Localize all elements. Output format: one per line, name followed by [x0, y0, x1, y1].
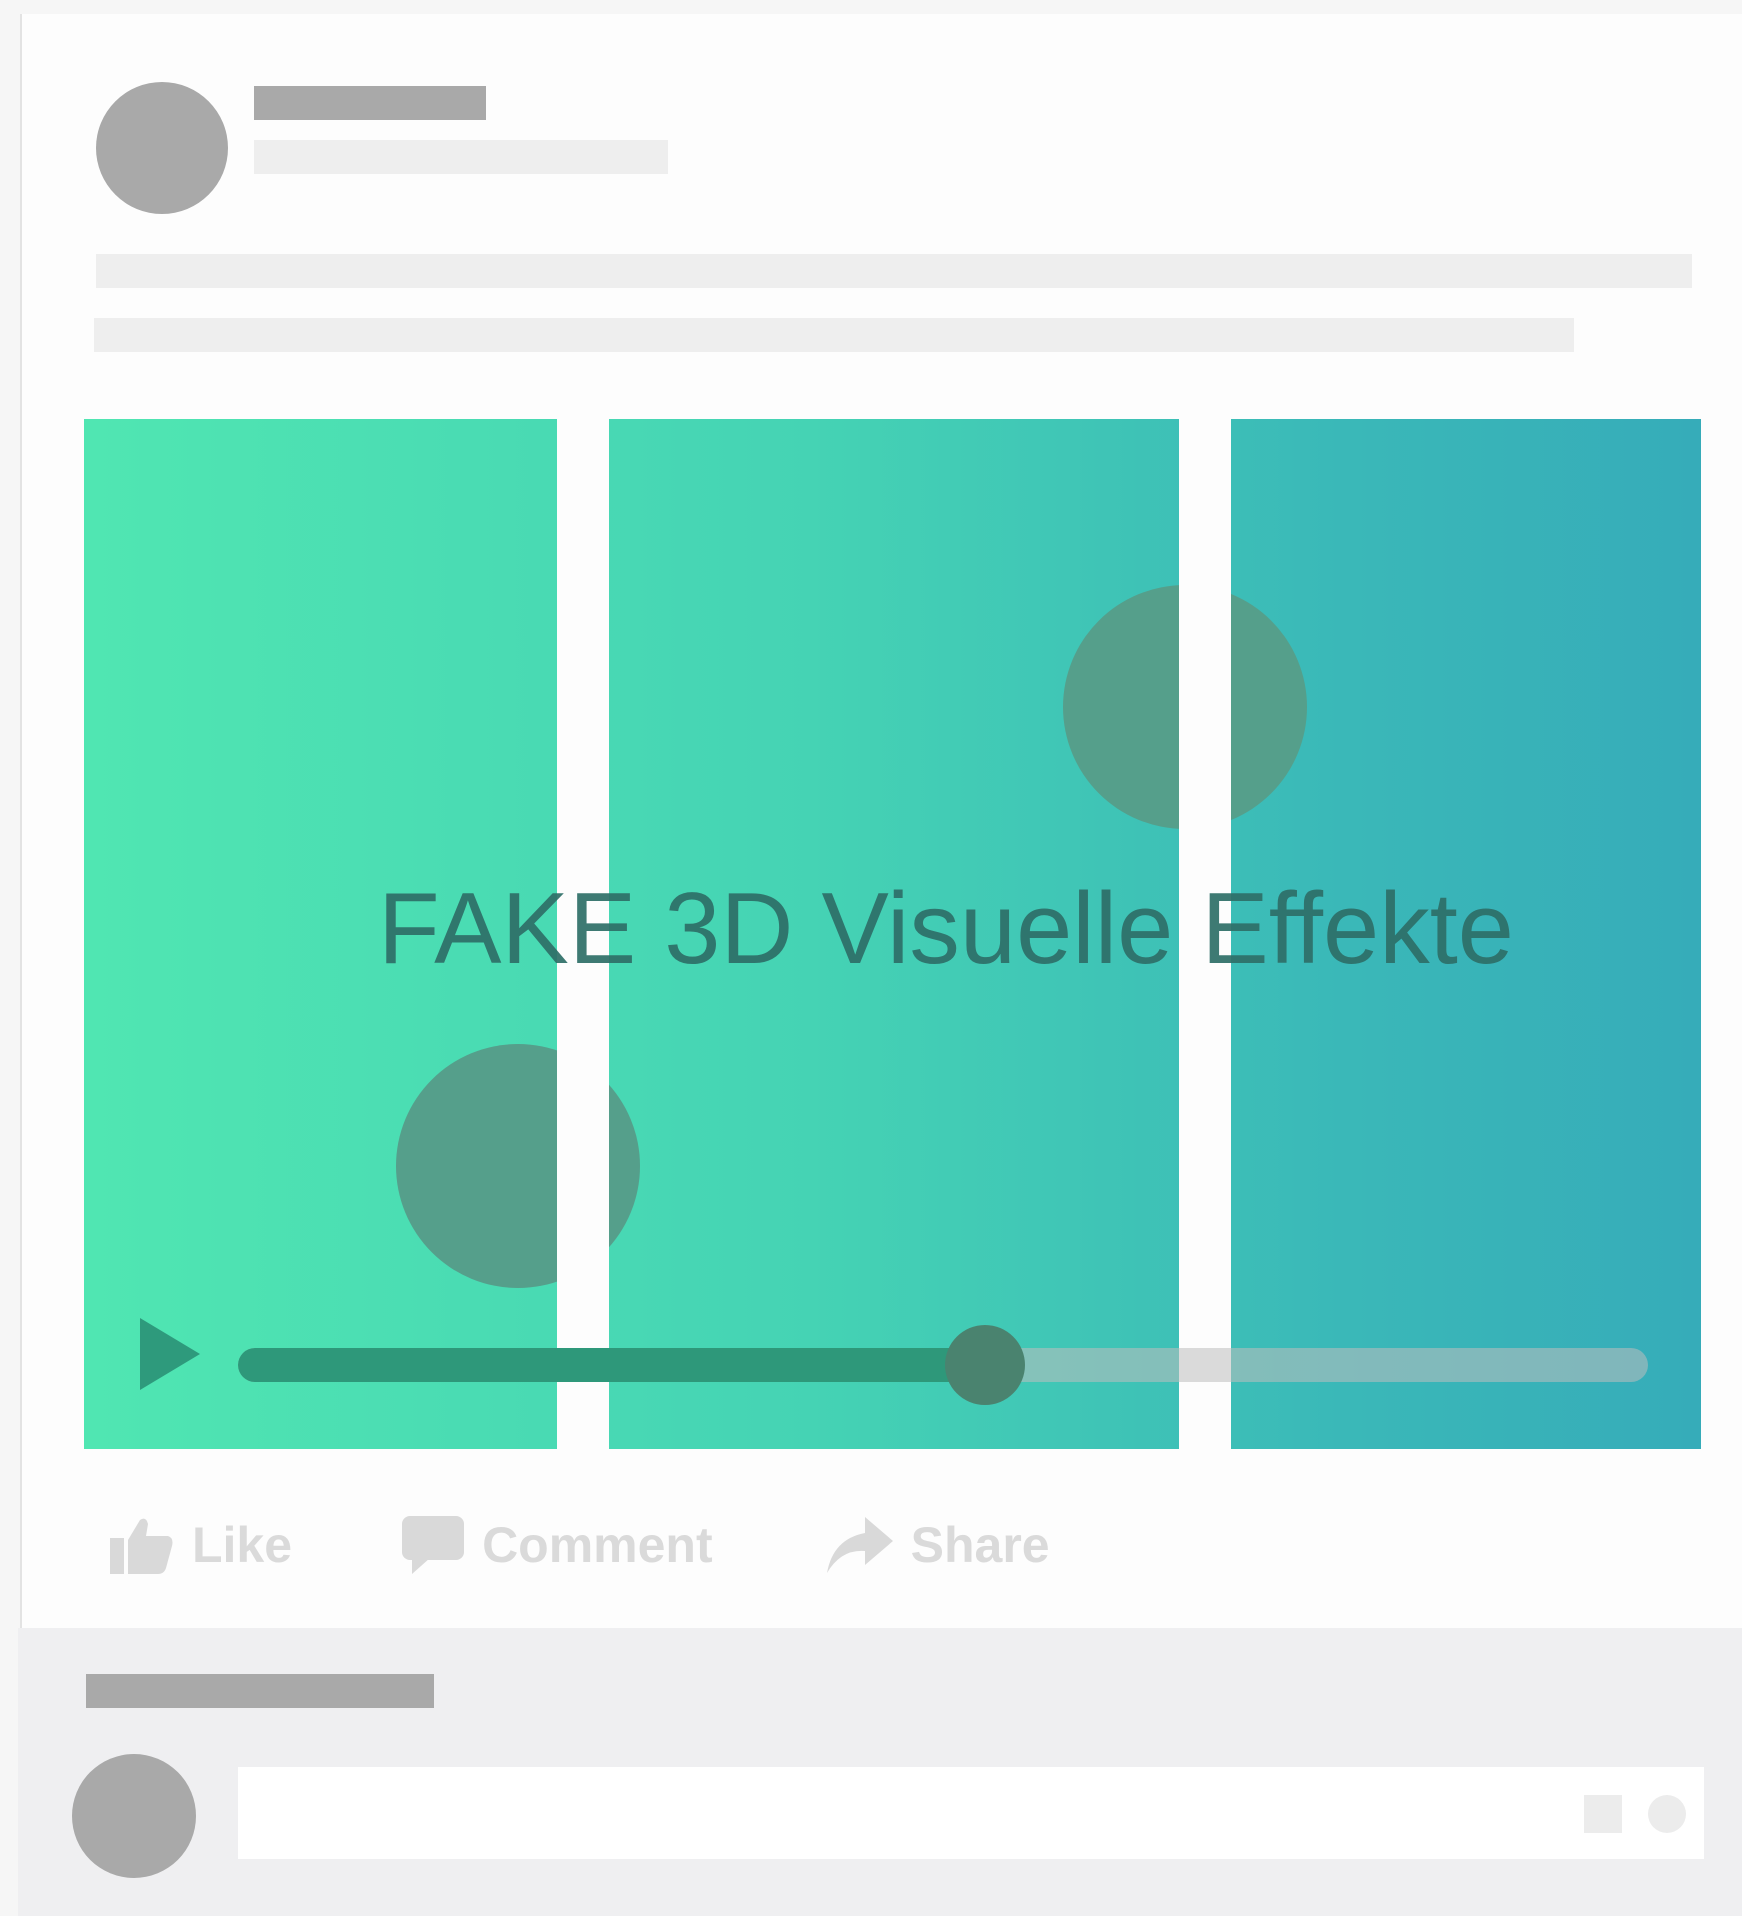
post-meta-placeholder — [254, 140, 668, 174]
seek-bar-handle[interactable] — [945, 1325, 1025, 1405]
thumbs-up-icon — [110, 1516, 174, 1574]
comment-input[interactable] — [238, 1767, 1704, 1859]
circle-icon[interactable] — [1648, 1795, 1686, 1833]
author-avatar[interactable] — [96, 82, 228, 214]
post-text-line-placeholder — [96, 254, 1692, 288]
seek-bar-progress — [238, 1348, 985, 1382]
author-name-placeholder — [254, 86, 486, 120]
like-label: Like — [192, 1517, 293, 1573]
share-label: Share — [910, 1517, 1050, 1573]
video-player[interactable]: FAKE 3D Visuelle Effekte — [84, 419, 1701, 1449]
comments-header-placeholder — [86, 1674, 434, 1708]
share-arrow-icon — [825, 1517, 893, 1573]
speech-bubble-icon — [402, 1516, 465, 1574]
square-icon[interactable] — [1584, 1795, 1622, 1833]
post-actions: Like Comment Share — [110, 1510, 1050, 1580]
share-button[interactable]: Share — [825, 1516, 1050, 1574]
like-button[interactable]: Like — [110, 1516, 292, 1574]
comment-section — [18, 1628, 1742, 1916]
viewer-avatar[interactable] — [72, 1754, 196, 1878]
video-title: FAKE 3D Visuelle Effekte — [378, 873, 1514, 985]
post-text-line-placeholder — [94, 318, 1574, 352]
comment-button[interactable]: Comment — [402, 1516, 713, 1574]
play-icon[interactable] — [140, 1318, 200, 1390]
comment-label: Comment — [482, 1517, 713, 1573]
